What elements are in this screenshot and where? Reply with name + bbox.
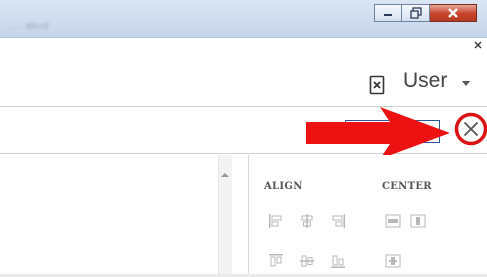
align-right-icon <box>332 214 345 228</box>
scroll-up-icon[interactable] <box>220 171 230 179</box>
window-close-button[interactable] <box>430 4 477 22</box>
center-heading: CENTER <box>382 181 432 192</box>
align-top-icon <box>269 254 283 267</box>
arrange-panel: ALIGN CENTER <box>249 155 487 277</box>
align-top-button[interactable] <box>268 253 284 269</box>
align-center-button[interactable] <box>299 213 315 229</box>
align-right-button[interactable] <box>330 213 346 229</box>
center-horizontal-button[interactable] <box>385 213 401 229</box>
align-left-icon <box>269 214 282 228</box>
close-circle-icon[interactable] <box>454 112 487 146</box>
minimize-icon <box>384 14 392 16</box>
close-icon <box>448 8 458 18</box>
document-area[interactable] <box>0 155 232 277</box>
user-menu-label[interactable]: User <box>403 69 447 93</box>
align-middle-button[interactable] <box>299 253 315 269</box>
app-window: ... - Word User ALIGN CENTER <box>0 0 487 277</box>
maximize-icon <box>409 7 422 19</box>
minimize-button[interactable] <box>374 4 402 22</box>
align-bottom-button[interactable] <box>330 253 346 269</box>
align-heading: ALIGN <box>264 181 303 192</box>
center-horizontal-icon <box>385 214 401 228</box>
center-vertical-icon <box>385 254 401 268</box>
align-bottom-icon <box>331 255 345 268</box>
center-page-button[interactable] <box>410 213 426 229</box>
center-page-icon <box>410 214 426 228</box>
window-controls <box>374 4 477 24</box>
align-left-button[interactable] <box>268 213 284 229</box>
presence-icon[interactable] <box>369 75 385 95</box>
window-title: ... - Word <box>8 22 49 32</box>
align-center-icon <box>301 214 313 228</box>
align-middle-icon <box>300 255 314 267</box>
pane-close-icon[interactable] <box>472 39 484 51</box>
maximize-button[interactable] <box>402 4 430 22</box>
annotation-arrow <box>306 107 450 159</box>
window-titlebar[interactable]: ... - Word <box>0 0 487 38</box>
center-vertical-button[interactable] <box>385 253 401 269</box>
chevron-down-icon[interactable] <box>462 81 470 86</box>
